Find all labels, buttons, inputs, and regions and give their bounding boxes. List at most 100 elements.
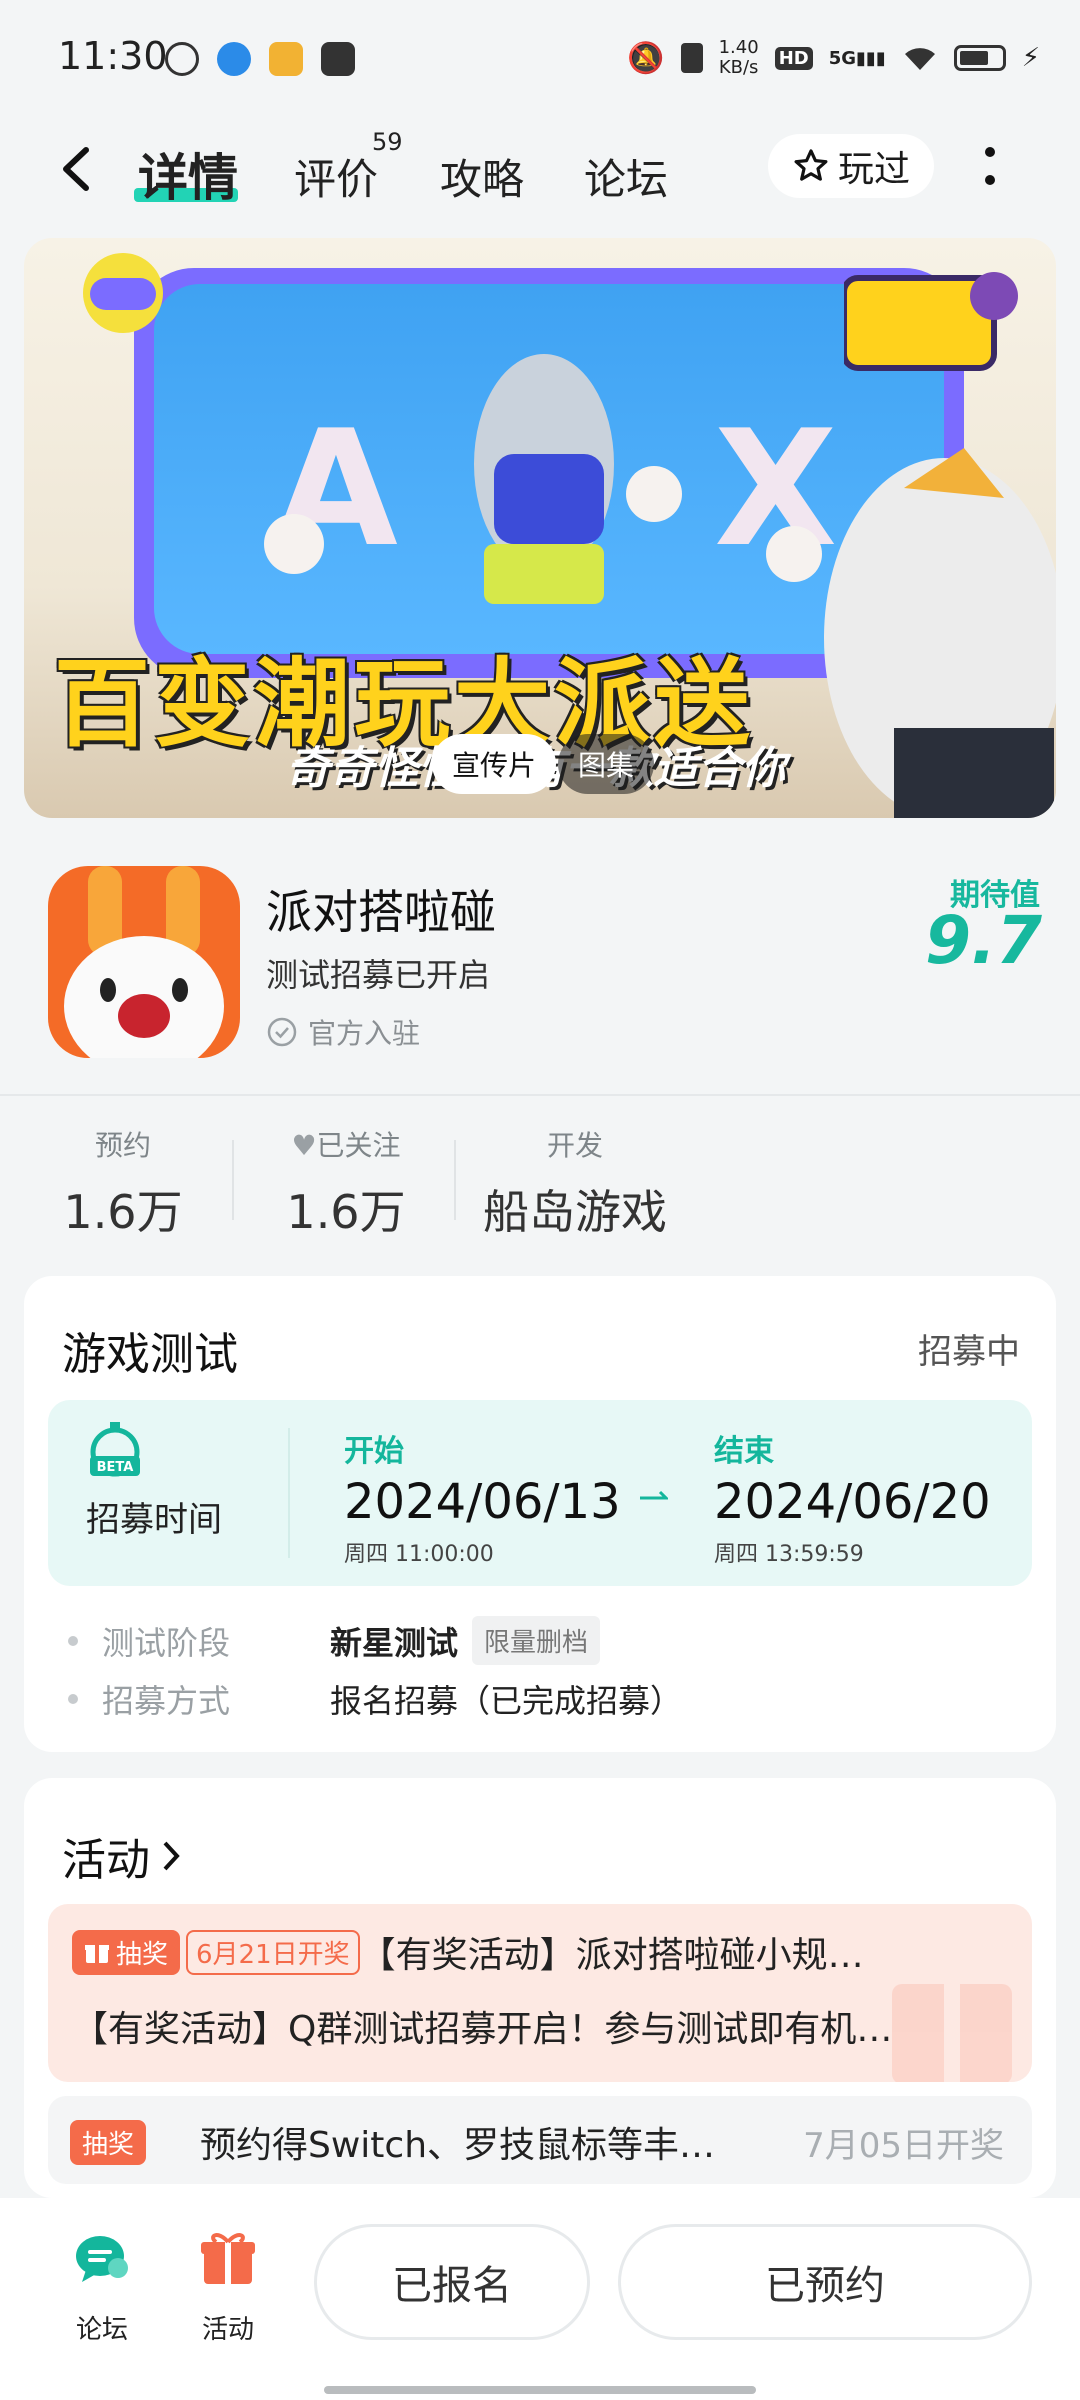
chevron-right-icon [163, 1841, 180, 1871]
promo-banner[interactable]: A X 百变潮玩大派送 奇奇怪怪 总有一款适合你 宣传片 图集 [24, 238, 1056, 818]
activity-highlight[interactable]: 抽奖 6月21日开奖 【有奖活动】派对搭啦碰小规… 【有奖活动】Q群测试招募开启… [48, 1904, 1032, 2082]
heart-check-icon: ♥ [291, 1129, 317, 1162]
battery-icon [953, 45, 1006, 71]
method-value: 报名招募（已完成招募） [330, 1682, 683, 1720]
gift-icon [85, 1945, 109, 1963]
phase-key: 测试阶段 [102, 1623, 231, 1662]
net-speed: 1.40 KB/s [718, 37, 759, 78]
activity-shortcut[interactable]: 活动 [198, 2228, 258, 2346]
end-time: 结束 2024/06/20 周四 13:59:59 [714, 1426, 991, 1568]
end-sub: 周四 13:59:59 [714, 1542, 864, 1567]
game-info: 派对搭啦碰 测试招募已开启 官方入驻 期待值 9.7 [0, 840, 1080, 1090]
game-test-card: 游戏测试 招募中 BETA 招募时间 开始 2024/06/13 周四 11:0… [24, 1276, 1056, 1752]
top-nav: 详情 评价 59 攻略 论坛 玩过 [0, 120, 1080, 220]
stat-follow-label: ♥已关注 [291, 1129, 401, 1162]
svg-text:BETA: BETA [97, 1460, 134, 1475]
end-label: 结束 [714, 1434, 774, 1469]
app-notify-icon [217, 42, 251, 76]
activity-item[interactable]: 抽奖 6月21日开奖 【有奖活动】派对搭啦碰小规… [72, 1926, 864, 1978]
phase-value: 新星测试 [330, 1623, 459, 1662]
status-bar: 11:30 🔕 1.40 KB/s HD 5G▮▮▮ ⚡ [0, 0, 1080, 120]
activity-header[interactable]: 活动 [62, 1824, 182, 1888]
start-time: 开始 2024/06/13 周四 11:00:00 [344, 1426, 621, 1568]
stat-reserve: 预约 1.6万 [58, 1124, 188, 1242]
gift-box-icon [201, 2233, 255, 2284]
back-icon[interactable] [56, 144, 100, 194]
test-phase-row: 测试阶段 新星测试 限量删档 [68, 1616, 601, 1665]
stat-reserve-value: 1.6万 [63, 1185, 183, 1239]
lottery-badge: 抽奖 [70, 2120, 147, 2165]
bunny-mascot-image [64, 866, 224, 1058]
stat-follow[interactable]: ♥已关注 1.6万 [276, 1124, 416, 1242]
bird-character-illustration [824, 448, 1056, 818]
stats-row: 预约 1.6万 ♥已关注 1.6万 开发 船岛游戏 [0, 1110, 1080, 1240]
signed-up-button[interactable]: 已报名 [314, 2224, 590, 2340]
weibo-icon [269, 42, 303, 76]
recruit-method-row: 招募方式 报名招募（已完成招募） [68, 1676, 682, 1722]
stat-developer[interactable]: 开发 船岛游戏 [480, 1124, 670, 1242]
qq-icon [165, 42, 199, 76]
stat-developer-value: 船岛游戏 [483, 1185, 667, 1239]
bullet [68, 1635, 78, 1646]
notification-icons [165, 42, 355, 76]
official-label: 官方入驻 [308, 1017, 421, 1050]
tab-guides[interactable]: 攻略 [440, 146, 524, 207]
status-time: 11:30 [58, 34, 168, 78]
arrow-right-icon [640, 1490, 668, 1500]
end-date: 2024/06/20 [714, 1474, 991, 1530]
start-sub: 周四 11:00:00 [344, 1542, 494, 1567]
check-circle-icon [267, 1017, 297, 1047]
recruit-time-label: 招募时间 [86, 1500, 222, 1540]
charging-icon: ⚡ [1021, 43, 1040, 73]
reserved-button[interactable]: 已预约 [618, 2224, 1032, 2340]
game-logo-image [844, 272, 1018, 371]
activity-card: 活动 抽奖 6月21日开奖 【有奖活动】派对搭啦碰小规… 【有奖活动】Q群测试招… [24, 1778, 1056, 2198]
bottom-action-bar: 论坛 活动 已报名 已预约 [0, 2198, 1080, 2400]
stat-separator [232, 1140, 234, 1220]
gift-watermark-icon [892, 1984, 1012, 2082]
controller-icon [83, 253, 163, 333]
lottery-badge: 抽奖 [72, 1929, 181, 1975]
section-divider [0, 1094, 1080, 1096]
tab-reviews[interactable]: 评价 [294, 146, 378, 207]
official-badge[interactable]: 官方入驻 [266, 1012, 420, 1052]
home-indicator[interactable] [324, 2386, 756, 2394]
more-icon[interactable] [982, 142, 998, 192]
star-icon [794, 149, 828, 181]
video-chip[interactable]: 宣传片 [432, 734, 557, 794]
forum-shortcut[interactable]: 论坛 [72, 2228, 132, 2346]
app-icon [48, 866, 240, 1058]
activity-row2-date: 7月05日开奖 [803, 2126, 1004, 2166]
played-label: 玩过 [837, 149, 910, 190]
activity-shortcut-label: 活动 [201, 2315, 254, 2345]
beta-alarm-icon: BETA [90, 1422, 140, 1477]
played-button[interactable]: 玩过 [768, 134, 934, 198]
tab-forum[interactable]: 论坛 [584, 146, 668, 207]
draw-date-badge: 6月21日开奖 [186, 1929, 360, 1975]
test-card-title: 游戏测试 [62, 1329, 238, 1380]
message-icon [321, 42, 355, 76]
start-date: 2024/06/13 [344, 1474, 621, 1530]
stat-separator [454, 1140, 456, 1220]
forum-label: 论坛 [75, 2315, 128, 2345]
activity-row2-text: 预约得Switch、罗技鼠标等丰… [200, 2125, 716, 2166]
gallery-chip[interactable]: 图集 [558, 734, 655, 794]
test-status: 招募中 [918, 1332, 1020, 1372]
activity-line-2: 【有奖活动】Q群测试招募开启！参与测试即有机… [72, 2009, 893, 2050]
tab-details[interactable]: 详情 [138, 138, 238, 210]
stat-developer-label: 开发 [546, 1129, 603, 1162]
game-title: 派对搭啦碰 [266, 885, 496, 939]
recruit-separator [288, 1428, 290, 1558]
activity-title: 活动 [62, 1835, 150, 1886]
game-status: 测试招募已开启 [266, 956, 491, 994]
stat-reserve-label: 预约 [94, 1129, 151, 1162]
activity-line-1: 【有奖活动】派对搭啦碰小规… [359, 1935, 864, 1976]
activity-item[interactable]: 【有奖活动】Q群测试招募开启！参与测试即有机… [72, 2000, 892, 2052]
chat-bubble-icon [76, 2236, 128, 2282]
bullet [68, 1694, 78, 1704]
phase-tag: 限量删档 [472, 1616, 601, 1665]
start-label: 开始 [344, 1434, 404, 1469]
activity-item-reserve[interactable]: 抽奖 预约得Switch、罗技鼠标等丰… 7月05日开奖 [48, 2096, 1032, 2184]
status-right: 🔕 1.40 KB/s HD 5G▮▮▮ ⚡ [627, 38, 1040, 78]
stat-follow-value: 1.6万 [286, 1185, 406, 1239]
